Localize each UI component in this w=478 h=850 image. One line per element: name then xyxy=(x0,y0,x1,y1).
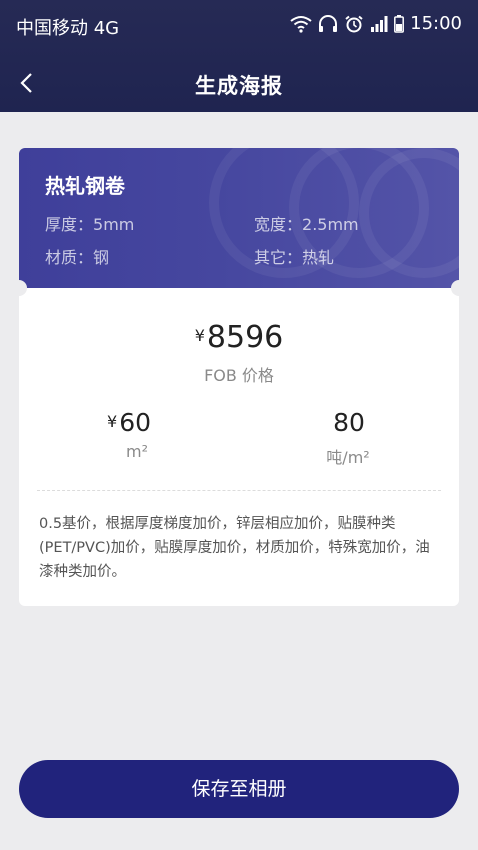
headphones-icon xyxy=(319,14,338,32)
tonnage: 80 xyxy=(248,408,448,437)
fob-price: ¥8596 xyxy=(19,320,459,355)
wifi-icon xyxy=(290,15,312,33)
currency-symbol: ¥ xyxy=(194,326,205,345)
alarm-icon xyxy=(345,15,363,32)
fob-price-value: 8596 xyxy=(206,320,284,355)
price-per-area: ¥60 xyxy=(29,408,229,437)
spec-label: 厚度： xyxy=(45,215,94,234)
spec-value: 5mm xyxy=(93,215,135,234)
currency-symbol: ¥ xyxy=(107,412,118,431)
spec-label: 宽度： xyxy=(254,215,303,234)
status-bar: 中国移动 4G 15:00 xyxy=(0,0,478,54)
spec-thickness: 厚度：5mm xyxy=(45,211,134,235)
status-icons: 15:00 xyxy=(290,13,462,34)
spec-value: 2.5mm xyxy=(302,215,359,234)
spec-other: 其它：热轧 xyxy=(254,244,334,268)
page-title: 生成海报 xyxy=(195,74,283,98)
signal-icon xyxy=(371,15,388,32)
dashed-divider xyxy=(37,490,441,491)
battery-icon xyxy=(394,14,405,33)
spec-width: 宽度：2.5mm xyxy=(254,211,359,235)
save-to-album-button[interactable]: 保存至相册 xyxy=(19,760,459,818)
spec-value: 钢 xyxy=(93,248,110,267)
price-per-area-value: 60 xyxy=(119,408,151,437)
poster-card: 热轧钢卷 厚度：5mm 宽度：2.5mm 材质：钢 其它：热轧 ¥8596 FO… xyxy=(11,148,467,606)
top-bar: 中国移动 4G 15:00 生成海报 xyxy=(0,0,478,112)
product-name: 热轧钢卷 xyxy=(45,174,125,198)
poster-card-body: ¥8596 FOB 价格 ¥60 m² 80 吨/m² 0.5基价，根据厚度梯度… xyxy=(11,280,467,606)
spec-label: 其它： xyxy=(254,248,303,267)
pricing-note: 0.5基价，根据厚度梯度加价，锌层相应加价，贴膜种类(PET/PVC)加价，贴膜… xyxy=(39,516,430,580)
price-per-area-unit: m² xyxy=(126,442,148,461)
tonnage-value: 80 xyxy=(333,408,365,437)
fob-price-label: FOB 价格 xyxy=(204,366,274,385)
spec-material: 材质：钢 xyxy=(45,244,109,268)
carrier-label: 中国移动 4G xyxy=(16,18,120,39)
ticket-notch-left xyxy=(11,280,27,296)
spec-label: 材质： xyxy=(45,248,94,267)
tonnage-unit: 吨/m² xyxy=(326,448,370,467)
ticket-notch-right xyxy=(451,280,467,296)
poster-card-header: 热轧钢卷 厚度：5mm 宽度：2.5mm 材质：钢 其它：热轧 xyxy=(19,148,459,288)
spec-value: 热轧 xyxy=(302,248,335,267)
status-time: 15:00 xyxy=(410,13,462,34)
